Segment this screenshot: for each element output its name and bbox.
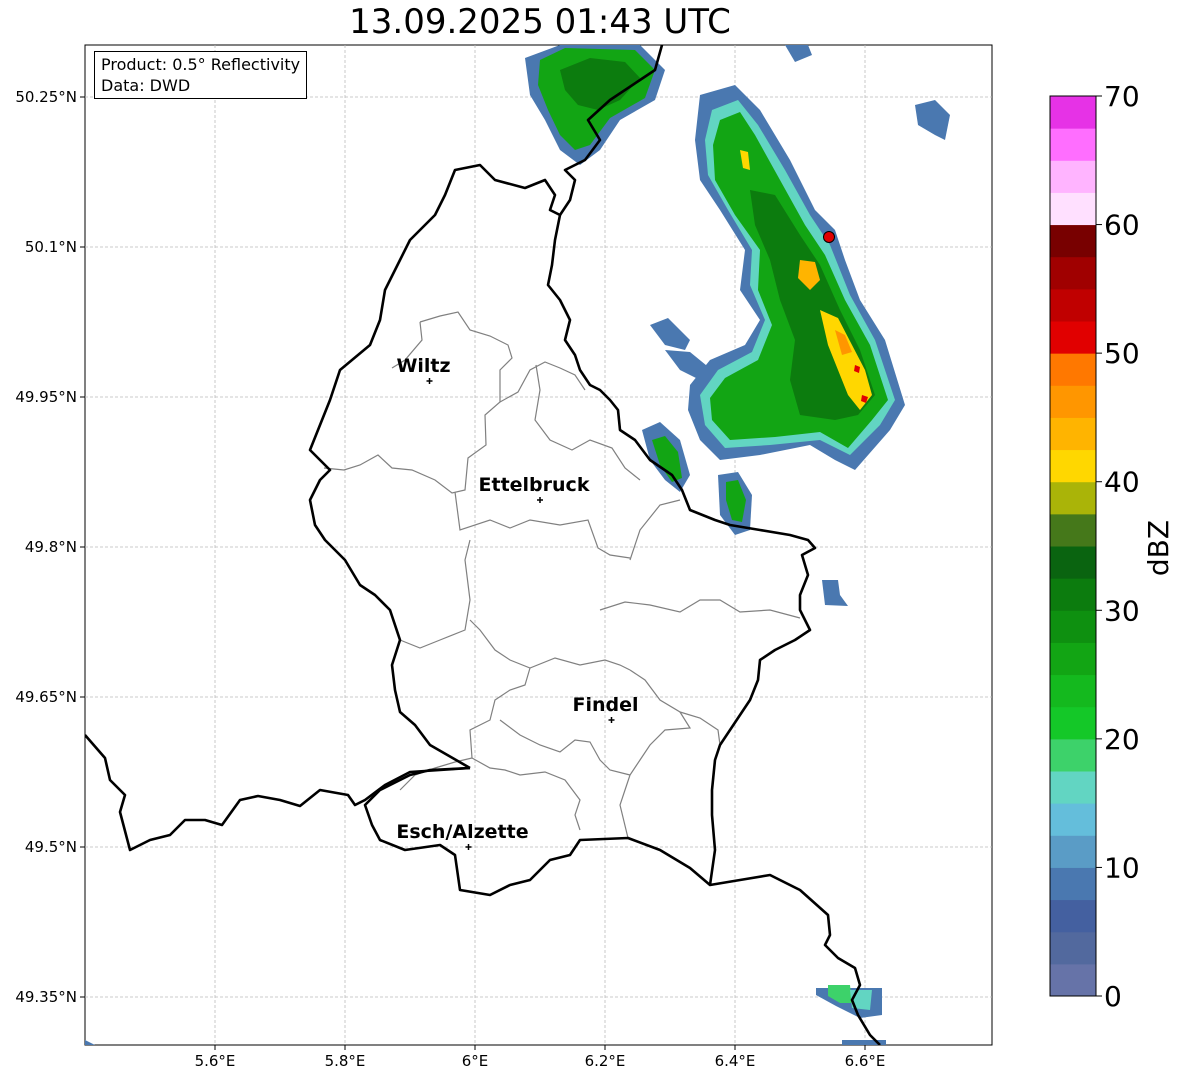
colorbar-segment: [1050, 642, 1096, 676]
storm-marker: [823, 231, 835, 243]
x-tick-label: 6°E: [462, 1052, 489, 1070]
colorbar-tick-label: 0: [1104, 980, 1122, 1013]
colorbar-segment: [1050, 546, 1096, 579]
colorbar-tick-label: 70: [1104, 80, 1140, 113]
colorbar-label: dBZ: [1142, 520, 1175, 576]
x-tick-label: 6.4°E: [715, 1052, 756, 1070]
colorbar-segment: [1050, 160, 1096, 193]
colorbar-segment: [1050, 353, 1096, 386]
colorbar-segment: [1050, 385, 1096, 418]
x-tick-label: 5.6°E: [195, 1052, 236, 1070]
colorbar-segment: [1050, 738, 1096, 772]
colorbar-tick-label: 60: [1104, 209, 1140, 242]
product-label: Product: 0.5° Reflectivity: [101, 55, 301, 74]
colorbar-segment: [1050, 803, 1096, 836]
colorbar-segment: [1050, 835, 1096, 868]
colorbar-segment: [1050, 963, 1096, 997]
colorbar-segment: [1050, 674, 1096, 708]
colorbar: 0 10 20 30 40 50 60 70 dBZ: [1049, 80, 1175, 1013]
colorbar-tick-label: 40: [1104, 466, 1140, 499]
colorbar-segment: [1050, 321, 1096, 354]
colorbar-tick-label: 20: [1104, 723, 1140, 756]
x-tick-label: 6.6°E: [845, 1052, 886, 1070]
colorbar-segment: [1050, 288, 1096, 322]
colorbar-segment: [1050, 610, 1096, 643]
colorbar-segment: [1050, 192, 1096, 226]
colorbar-segment: [1050, 867, 1096, 901]
city-label: Esch/Alzette: [396, 821, 528, 843]
colorbar-segment: [1050, 513, 1096, 547]
radar-map: Wiltz Ettelbruck Findel Esch/Alzette 5.6°E 5…: [15, 44, 1175, 1070]
colorbar-segment: [1050, 771, 1096, 804]
colorbar-segment: [1050, 417, 1096, 451]
y-tick-label: 50.25°N: [15, 88, 77, 106]
y-tick-label: 49.65°N: [15, 688, 77, 706]
y-tick-label: 49.95°N: [15, 388, 77, 406]
colorbar-segment: [1050, 481, 1096, 515]
colorbar-segment: [1050, 578, 1096, 611]
x-tick-label: 6.2°E: [585, 1052, 626, 1070]
colorbar-segment: [1050, 256, 1096, 290]
data-source-label: Data: DWD: [101, 76, 191, 95]
y-tick-label: 49.35°N: [15, 988, 77, 1006]
city-label: Wiltz: [396, 355, 450, 377]
city-label: Findel: [572, 694, 638, 716]
y-tick-label: 50.1°N: [25, 238, 77, 256]
map-frame: [84, 44, 993, 1046]
colorbar-tick-label: 10: [1104, 851, 1140, 884]
x-tick-label: 5.8°E: [325, 1052, 366, 1070]
colorbar-tick-label: 30: [1104, 594, 1140, 627]
colorbar-segment: [1050, 449, 1096, 483]
colorbar-segment: [1050, 96, 1096, 129]
colorbar-tick-label: 50: [1104, 337, 1140, 370]
colorbar-segment: [1050, 128, 1096, 161]
city-label: Ettelbruck: [479, 474, 590, 496]
y-tick-label: 49.8°N: [25, 538, 77, 556]
colorbar-segment: [1050, 706, 1096, 740]
colorbar-segment: [1050, 931, 1096, 965]
y-tick-label: 49.5°N: [25, 838, 77, 856]
colorbar-segment: [1050, 899, 1096, 933]
info-box: Product: 0.5° Reflectivity Data: DWD: [94, 51, 308, 99]
colorbar-segment: [1050, 224, 1096, 258]
